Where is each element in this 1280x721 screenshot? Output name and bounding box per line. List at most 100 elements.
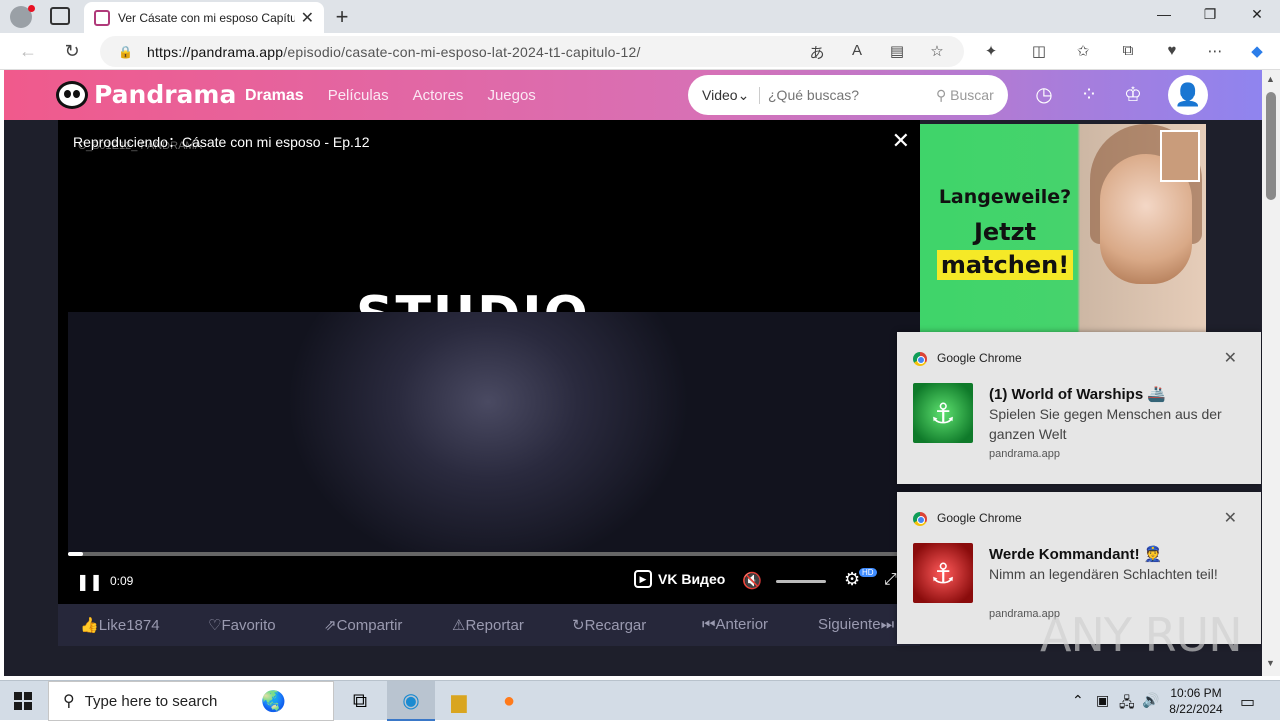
refresh-icon[interactable]: ↻ (60, 41, 84, 62)
window-close-icon[interactable]: ✕ (1242, 6, 1272, 23)
notification-close-icon[interactable]: ✕ (1224, 508, 1237, 528)
progress-fill (68, 552, 84, 556)
taskbar-search-box[interactable]: ⚲ Type here to search 🌏 (48, 681, 334, 721)
windows-start-icon[interactable] (14, 692, 32, 710)
volume-slider[interactable] (776, 580, 826, 583)
warships-anchor-icon: ⚓ (913, 383, 973, 443)
lock-icon: 🔒 (118, 44, 133, 59)
anyrun-watermark: ANY RUN (1040, 608, 1243, 662)
restore-icon[interactable]: ❐ (1195, 6, 1225, 23)
ad-line-3: matchen! (936, 250, 1074, 280)
player-controls: ❚❚ 0:09 ▶ VK Видео 🔇 ⚙ HD ⤢ (58, 560, 920, 604)
site-header: Pandrama Dramas Películas Actores Juegos… (4, 70, 1262, 120)
user-avatar[interactable]: 👤 (1168, 75, 1208, 115)
tray-device-icon[interactable]: ▣ (1096, 692, 1109, 709)
share-button[interactable]: ⇗Compartir (324, 616, 402, 634)
firefox-icon[interactable]: ● (485, 681, 533, 721)
video-frame[interactable] (68, 312, 920, 552)
split-screen-icon[interactable]: ◫ (1028, 42, 1050, 60)
minimize-icon[interactable]: — (1149, 6, 1179, 22)
search-type-select[interactable]: Video⌄ (688, 86, 760, 104)
nav-dramas[interactable]: Dramas (245, 87, 304, 105)
next-button[interactable]: Siguiente⏭ (818, 616, 894, 633)
browser-tab[interactable]: Ver Cásate con mi esposo Capítulo ✕ (84, 2, 324, 33)
main-nav: Dramas Películas Actores Juegos (245, 87, 536, 105)
back-icon[interactable]: ← (16, 41, 40, 62)
like-button[interactable]: 👍Like1874 (80, 616, 160, 634)
video-overlay-text: STUDIO (356, 286, 590, 314)
nav-actores[interactable]: Actores (413, 87, 464, 105)
video-player[interactable]: C_S01E12_ PANDRAMA Reproduciendo：Cásate … (58, 120, 920, 604)
notification-body: Spielen Sie gegen Menschen aus der ganze… (989, 406, 1222, 442)
windows-taskbar: ⚲ Type here to search 🌏 ⧉ ◉ ▆ ● ⌃ ▣ 🖧 🔊 … (0, 680, 1280, 721)
player-close-icon[interactable]: ✕ (892, 128, 910, 154)
chrome-notification[interactable]: Google Chrome ✕ ⚓ (1) World of Warships … (897, 332, 1261, 484)
apps-grid-icon[interactable]: ⁘ (1078, 84, 1100, 106)
pause-icon[interactable]: ❚❚ (76, 572, 103, 592)
progress-bar[interactable] (68, 552, 910, 556)
warships-anchor-icon: ⚓ (913, 543, 973, 603)
extensions-icon[interactable]: ✦ (980, 42, 1002, 60)
notification-dot (28, 5, 35, 12)
favorites-icon[interactable]: ✩ (1072, 42, 1094, 60)
settings-gear-icon[interactable]: ⚙ (844, 569, 860, 590)
report-button[interactable]: ⚠Reportar (452, 616, 524, 634)
crown-icon[interactable]: ♔ (1122, 84, 1144, 106)
more-options-icon[interactable]: ⋯ (1204, 42, 1226, 60)
clock-time: 10:06 PM (1170, 686, 1222, 700)
read-aloud-icon[interactable]: A (846, 42, 868, 59)
browser-tab-bar: Ver Cásate con mi esposo Capítulo ✕ + — … (0, 0, 1280, 33)
scroll-down-icon[interactable]: ▼ (1266, 658, 1275, 668)
favorite-button[interactable]: ♡Favorito (208, 616, 276, 634)
vk-play-icon: ▶ (634, 570, 652, 588)
panda-logo-icon (56, 80, 88, 109)
scroll-up-icon[interactable]: ▲ (1266, 74, 1275, 84)
page-scrollbar[interactable]: ▲ ▼ (1262, 70, 1280, 676)
tab-actions-icon[interactable] (50, 7, 70, 25)
mute-icon[interactable]: 🔇 (742, 571, 762, 591)
notification-center-icon[interactable]: ▭ (1240, 692, 1255, 712)
edge-taskbar-icon[interactable]: ◉ (387, 681, 435, 721)
tab-close-icon[interactable]: ✕ (301, 8, 314, 28)
translate-icon[interactable]: あ (806, 42, 828, 63)
fullscreen-icon[interactable]: ⤢ (884, 571, 897, 589)
nav-juegos[interactable]: Juegos (487, 87, 535, 105)
now-playing-title: Reproduciendo：Cásate con mi esposo - Ep.… (73, 134, 370, 150)
file-explorer-icon[interactable]: ▆ (435, 681, 483, 721)
url-field[interactable]: 🔒 https://pandrama.app/episodio/casate-c… (100, 36, 964, 67)
clock-date: 8/22/2024 (1169, 702, 1223, 716)
logo-text: Pandrama (94, 80, 237, 109)
performance-icon[interactable]: ♥ (1161, 42, 1183, 59)
search-input[interactable] (768, 87, 936, 103)
favorite-star-icon[interactable]: ☆ (926, 42, 948, 60)
reload-button[interactable]: ↻Recargar (572, 616, 646, 634)
collections-icon[interactable]: ⧉ (1117, 42, 1139, 59)
previous-button[interactable]: ⏮Anterior (702, 616, 768, 633)
copilot-icon[interactable]: ◆ (1246, 42, 1268, 60)
chrome-icon (913, 352, 927, 366)
ad-line-1: Langeweile? (938, 186, 1072, 208)
vk-video-logo[interactable]: ▶ VK Видео (634, 570, 725, 588)
search-button[interactable]: ⚲ Buscar (936, 87, 994, 104)
vk-brand-text: VK Видео (658, 571, 726, 587)
notification-body: Nimm an legendären Schlachten teil! (989, 566, 1218, 582)
nav-peliculas[interactable]: Películas (328, 87, 389, 105)
current-time: 0:09 (110, 574, 134, 588)
history-icon[interactable]: ◷ (1033, 84, 1055, 106)
ad-line-2: Jetzt (973, 218, 1037, 246)
immersive-reader-icon[interactable]: ▤ (886, 42, 908, 60)
dating-ad-banner[interactable]: Langeweile? Jetzt matchen! (920, 124, 1206, 354)
notification-close-icon[interactable]: ✕ (1224, 348, 1237, 368)
volume-icon[interactable]: 🔊 (1142, 692, 1159, 709)
tray-chevron-icon[interactable]: ⌃ (1072, 692, 1084, 709)
notification-title: (1) World of Warships 🚢 (989, 386, 1167, 403)
scroll-thumb[interactable] (1266, 92, 1276, 200)
network-icon[interactable]: 🖧 (1119, 692, 1135, 716)
taskbar-search-placeholder: Type here to search (84, 692, 218, 710)
taskbar-clock[interactable]: 10:06 PM 8/22/2024 (1164, 685, 1228, 717)
task-view-icon[interactable]: ⧉ (336, 681, 384, 721)
ad-inset-photo (1160, 130, 1200, 182)
address-bar: ← ↻ 🔒 https://pandrama.app/episodio/casa… (0, 33, 1280, 70)
new-tab-button[interactable]: + (330, 4, 354, 30)
site-logo[interactable]: Pandrama (56, 80, 236, 109)
